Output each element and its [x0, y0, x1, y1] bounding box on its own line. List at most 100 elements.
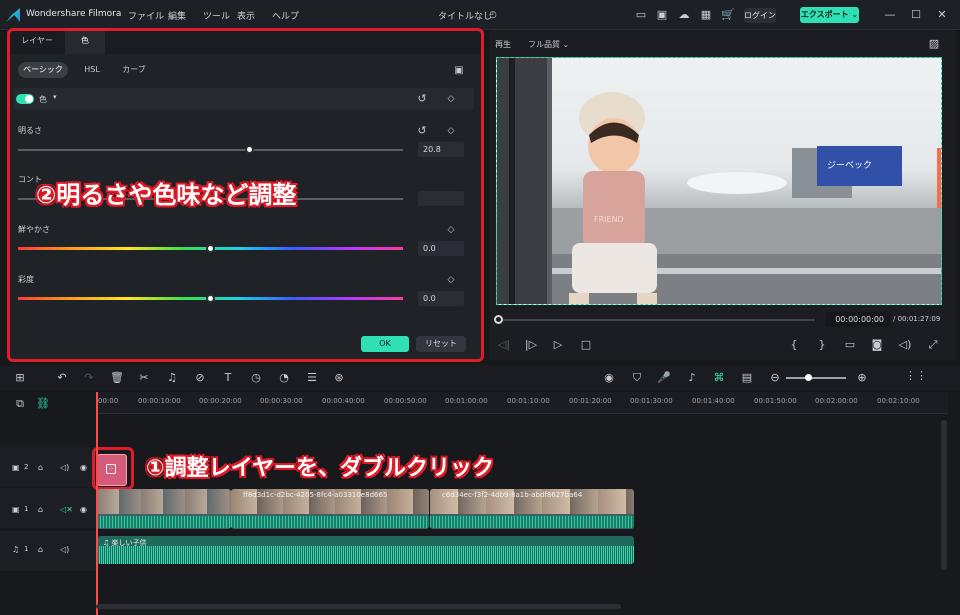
- render-icon[interactable]: ◉: [602, 371, 616, 384]
- grid-view-icon[interactable]: ⋮⋮: [905, 369, 927, 382]
- playhead[interactable]: [96, 392, 98, 615]
- redo-icon[interactable]: ↷: [82, 371, 96, 384]
- tag-icon[interactable]: ⊘: [193, 371, 207, 384]
- layout-icon[interactable]: ⊞: [13, 371, 27, 384]
- ruler-tick: 00:01:20:00: [569, 397, 612, 405]
- eye-icon[interactable]: ◉: [80, 505, 87, 514]
- ruler-tick: 00:02:00:00: [815, 397, 858, 405]
- zoom-slider[interactable]: [786, 377, 846, 379]
- audio-icon[interactable]: ♫: [165, 371, 179, 384]
- volume-icon[interactable]: ◁): [898, 338, 912, 351]
- document-title: タイトルなし: [438, 12, 493, 22]
- mark-out-icon[interactable]: }: [815, 338, 829, 351]
- audio-clip[interactable]: ♫ 楽しい子供: [97, 536, 634, 564]
- ruler-tick: 00:01:00:00: [445, 397, 488, 405]
- camera-icon[interactable]: ◙: [870, 338, 884, 351]
- display-icon[interactable]: ▭: [843, 338, 857, 351]
- volume-icon[interactable]: ◁): [60, 463, 69, 472]
- ruler-tick: 00:02:10:00: [877, 397, 920, 405]
- clip-waveform: [430, 516, 634, 528]
- undo-icon[interactable]: ↶: [55, 371, 69, 384]
- minimize-icon[interactable]: —: [883, 8, 897, 22]
- video-preview[interactable]: ジーベック FRIEND: [496, 57, 942, 305]
- text-icon[interactable]: T: [221, 371, 235, 384]
- app-title: Wondershare Filmora: [26, 9, 122, 19]
- shield-icon[interactable]: ⛉: [630, 371, 644, 385]
- timeline-scrollbar[interactable]: [941, 420, 947, 570]
- svg-text:ジーベック: ジーベック: [827, 160, 872, 171]
- zoom-out-icon[interactable]: ⊖: [768, 371, 782, 384]
- fullscreen-icon[interactable]: ⤢: [926, 338, 940, 352]
- menu-edit[interactable]: 編集: [168, 9, 186, 22]
- ruler-tick: 00:01:10:00: [507, 397, 550, 405]
- scrubber-knob[interactable]: [494, 315, 503, 324]
- cart-icon[interactable]: 🛒: [721, 8, 735, 22]
- subtitle-icon[interactable]: ▤: [740, 371, 754, 384]
- clip-name: ff8d3d1c-d2bc-4205-8fc4-a03310e8d665: [243, 491, 388, 499]
- menu-tools[interactable]: ツール: [203, 9, 230, 22]
- grid-icon[interactable]: ▦: [699, 8, 713, 22]
- cloud-upload-icon[interactable]: ☁: [677, 8, 691, 22]
- clip-name: c6d34ec-f3f2-4db9-8a1b-abdf8627ba64: [442, 491, 583, 499]
- ruler-tick: 00:00:30:00: [260, 397, 303, 405]
- ruler-tick: 00:00:10:00: [138, 397, 181, 405]
- link-icon[interactable]: ⛓: [36, 397, 50, 410]
- clip-waveform: [97, 516, 231, 528]
- cloud-sync-icon[interactable]: ◴: [486, 8, 500, 22]
- close-icon[interactable]: ✕: [935, 8, 949, 22]
- timer-icon[interactable]: ◷: [249, 371, 263, 384]
- adjust-icon[interactable]: ☰: [305, 371, 319, 384]
- delete-icon[interactable]: 🗑: [110, 371, 124, 384]
- audio-clip-name: ♫ 楽しい子供: [103, 539, 147, 547]
- ruler-tick: 00:00:40:00: [322, 397, 365, 405]
- zoom-knob[interactable]: [805, 374, 812, 381]
- maximize-icon[interactable]: ☐: [909, 8, 923, 22]
- menu-view[interactable]: 表示: [237, 9, 255, 22]
- svg-text:FRIEND: FRIEND: [594, 215, 624, 224]
- total-time: / 00:01:27:09: [893, 315, 941, 323]
- stop-icon[interactable]: □: [579, 338, 593, 351]
- mute-icon[interactable]: ◁✕: [60, 505, 73, 514]
- color-picker-icon[interactable]: ◔: [277, 371, 291, 384]
- snap-icon[interactable]: ⌘: [712, 371, 726, 384]
- quality-select[interactable]: フル品質 ⌄: [528, 39, 569, 50]
- music-track-icon: ♫: [12, 545, 20, 554]
- mark-in-icon[interactable]: {: [787, 338, 801, 351]
- track-number: 1: [24, 545, 29, 553]
- prev-frame-icon[interactable]: ◁|: [497, 338, 511, 351]
- export-button[interactable]: エクスポート ⌄: [800, 7, 859, 23]
- music-note-icon[interactable]: ♪: [685, 371, 699, 384]
- folder-icon[interactable]: ⌂: [38, 463, 43, 472]
- login-button[interactable]: ログイン: [744, 8, 776, 23]
- video-clip[interactable]: c6d34ec-f3f2-4db9-8a1b-abdf8627ba64: [430, 489, 634, 529]
- annotation-step2: ②明るさや色味など調整: [36, 181, 297, 209]
- menu-file[interactable]: ファイル: [128, 9, 164, 22]
- zoom-in-icon[interactable]: ⊕: [855, 371, 869, 384]
- folder-icon[interactable]: ⌂: [38, 545, 43, 554]
- preview-scrubber[interactable]: [497, 319, 815, 321]
- video-clip[interactable]: [97, 489, 231, 529]
- mic-icon[interactable]: 🎤: [657, 371, 671, 384]
- ruler-tick: 00:01:40:00: [692, 397, 735, 405]
- save-icon[interactable]: ▣: [655, 8, 669, 22]
- timeline-h-scrollbar[interactable]: [96, 604, 621, 609]
- ai-icon[interactable]: ⊛: [332, 371, 346, 384]
- volume-icon[interactable]: ◁): [60, 545, 69, 554]
- track-number: 1: [24, 505, 29, 513]
- quality-label: フル品質: [528, 40, 560, 49]
- monitor-icon[interactable]: ▭: [634, 8, 648, 22]
- step-back-icon[interactable]: |▷: [524, 338, 538, 351]
- video-clip[interactable]: ff8d3d1c-d2bc-4205-8fc4-a03310e8d665: [231, 489, 429, 529]
- video-track-icon: ▣: [12, 463, 20, 472]
- eye-icon[interactable]: ◉: [80, 463, 87, 472]
- track-number: 2: [24, 463, 29, 471]
- play-icon[interactable]: ▷: [551, 338, 565, 351]
- folder-icon[interactable]: ⌂: [38, 505, 43, 514]
- export-label: エクスポート: [800, 10, 849, 19]
- add-track-icon[interactable]: ⧉: [13, 397, 27, 411]
- video-frame: ジーベック FRIEND: [497, 58, 941, 304]
- cut-icon[interactable]: ✂: [137, 371, 151, 384]
- snapshot-view-icon[interactable]: ▨: [927, 37, 941, 51]
- menu-help[interactable]: ヘルプ: [272, 9, 299, 22]
- ruler-tick: 00:01:50:00: [754, 397, 797, 405]
